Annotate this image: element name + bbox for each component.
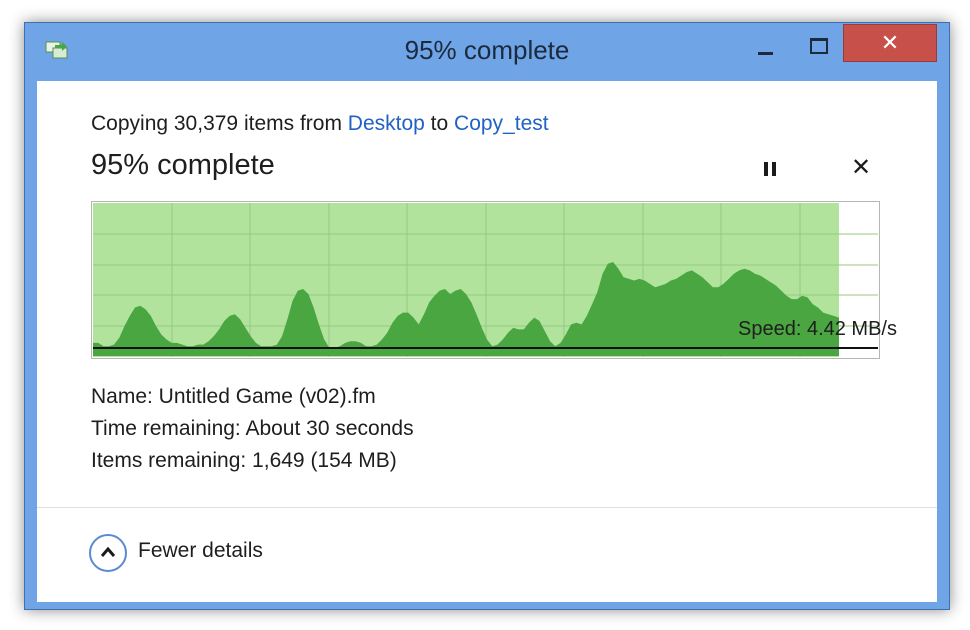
transfer-details: Name: Untitled Game (v02).fm Time remain… [91,381,414,477]
copy-summary-prefix: Copying 30,379 items from [91,112,348,135]
file-name: Name: Untitled Game (v02).fm [91,385,376,408]
dialog-body: Copying 30,379 items from Desktop to Cop… [37,81,937,602]
copy-summary: Copying 30,379 items from Desktop to Cop… [91,112,549,136]
fewer-details-label[interactable]: Fewer details [138,539,263,563]
chevron-up-icon [100,546,116,557]
close-icon: ✕ [880,30,900,55]
pause-icon-bar-left [764,162,768,176]
items-remaining: Items remaining: 1,649 (154 MB) [91,449,397,472]
cancel-copy-button[interactable]: ✕ [849,154,873,182]
title-bar[interactable]: 95% complete ✕ [25,23,949,81]
speed-graph: Speed: 4.42 MB/s [91,201,897,359]
dialog-footer: Fewer details [37,507,937,602]
minimize-button[interactable] [752,33,780,63]
speed-label: Speed: 4.42 MB/s [738,318,897,340]
copy-progress-window: 95% complete ✕ Copying 30,379 items from… [24,22,950,610]
time-remaining: Time remaining: About 30 seconds [91,417,414,440]
source-link[interactable]: Desktop [348,112,425,135]
progress-heading: 95% complete [91,149,275,181]
pause-button[interactable] [760,160,782,182]
copy-summary-mid: to [424,112,455,135]
close-button[interactable]: ✕ [843,24,937,62]
destination-link[interactable]: Copy_test [454,112,549,135]
pause-icon-bar-right [772,162,776,176]
maximize-button[interactable] [805,33,833,63]
fewer-details-button[interactable] [89,534,127,572]
